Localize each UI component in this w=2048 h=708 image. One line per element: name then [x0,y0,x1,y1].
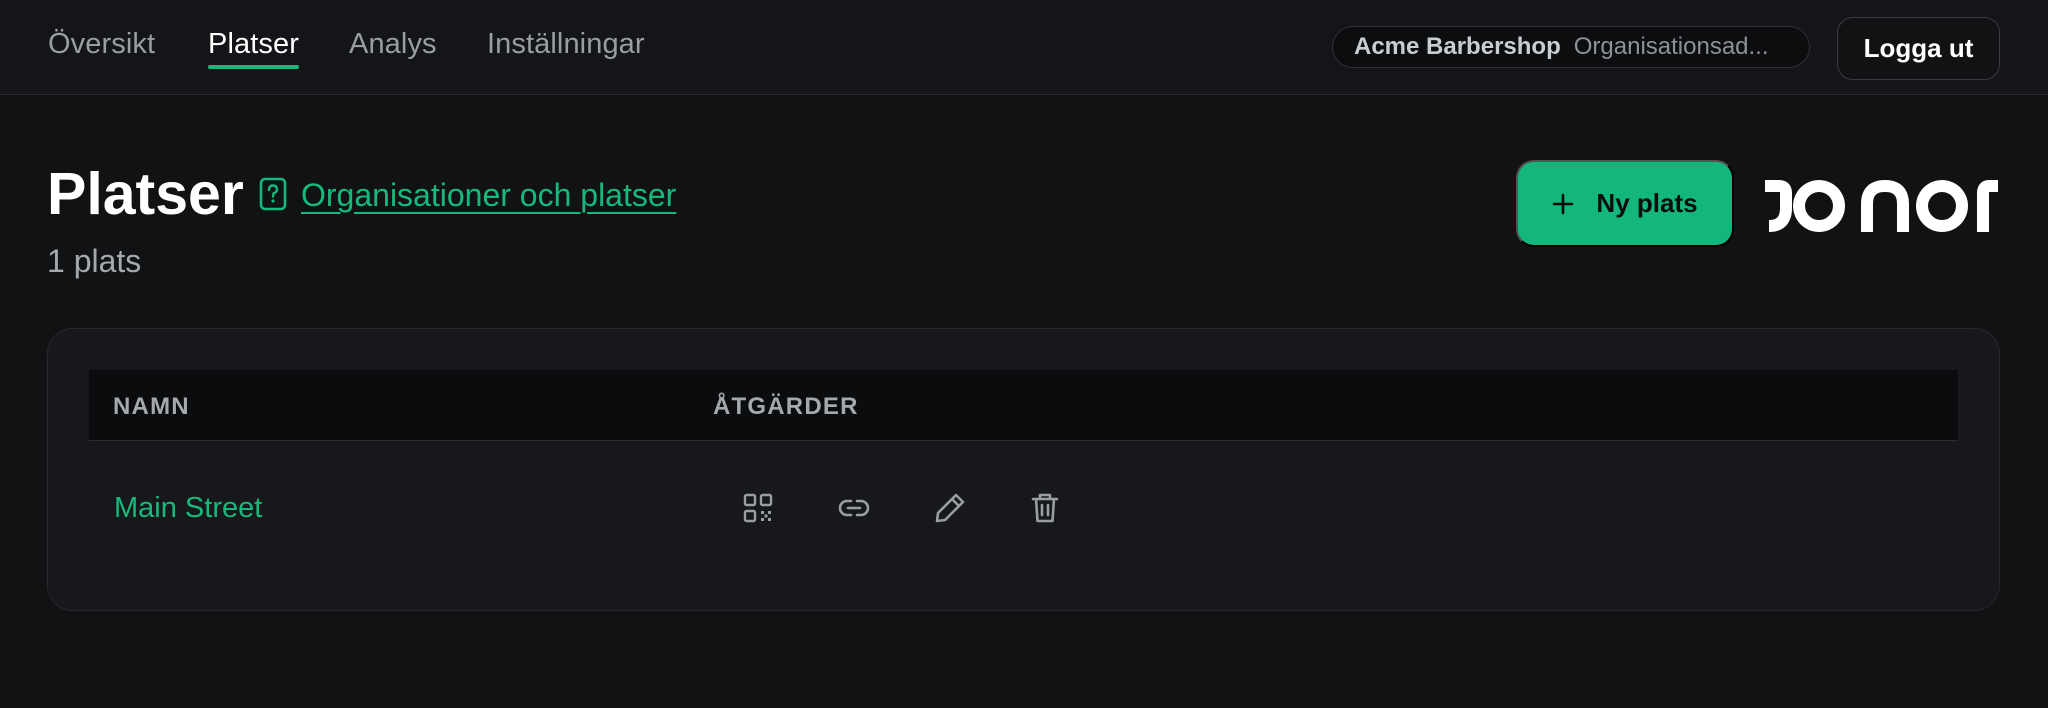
organization-name: Acme Barbershop [1354,33,1561,60]
new-location-label: Ny plats [1596,188,1698,218]
tab-platser-label: Platser [208,28,299,60]
brand-logo [1765,179,1998,232]
trash-icon [1031,493,1059,523]
logout-button[interactable]: Logga ut [1837,17,2000,80]
location-name-link[interactable]: Main Street [114,490,262,526]
qr-code-button[interactable] [737,487,779,529]
edit-button[interactable] [929,487,971,529]
link-icon [838,499,870,517]
active-tab-indicator [208,65,299,69]
locations-card: NAMN ÅTGÄRDER Main Street [47,328,2000,611]
copy-link-button[interactable] [833,487,875,529]
qr-code-icon [743,493,773,523]
plus-icon [1553,193,1574,214]
tab-platser[interactable]: Platser [208,26,299,69]
column-header-actions: ÅTGÄRDER [713,393,859,420]
new-location-button[interactable]: Ny plats [1516,160,1734,247]
location-count: 1 plats [47,243,142,279]
organization-address: Organisationsad... [1573,33,1769,60]
pencil-icon [935,493,965,523]
organization-selector[interactable]: Acme Barbershop Organisationsad... [1332,26,1810,68]
organisations-docs-link[interactable]: Organisationer och platser [301,175,676,215]
delete-button[interactable] [1024,487,1066,529]
tab-analys[interactable]: Analys [349,26,437,62]
tab-oversikt[interactable]: Översikt [48,26,155,62]
top-navigation: Översikt Platser Analys Inställningar Ac… [0,0,2048,95]
table-header: NAMN ÅTGÄRDER [89,370,1958,441]
page-title: Platser [47,161,244,227]
help-document-icon [259,177,287,211]
tab-installningar[interactable]: Inställningar [487,26,645,62]
column-header-name: NAMN [113,393,190,420]
